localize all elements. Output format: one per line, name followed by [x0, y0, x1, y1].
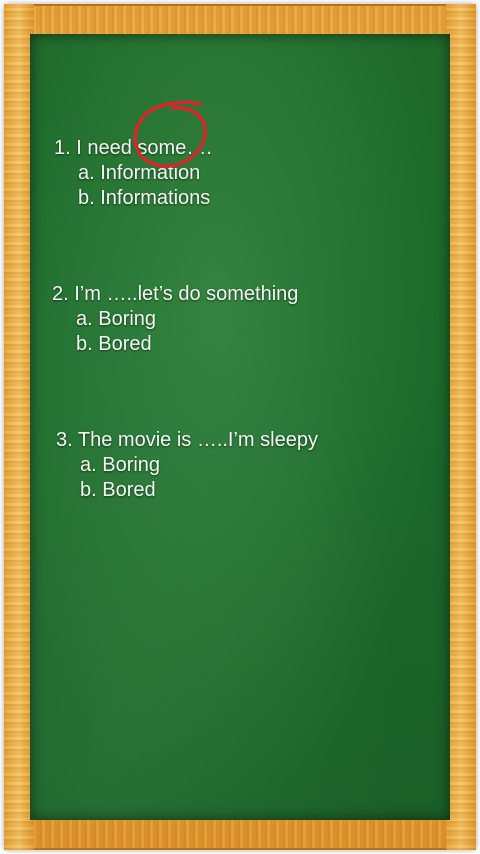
question-1-prompt: 1. I need some…. [54, 137, 212, 159]
question-1-text: I need some…. [76, 137, 212, 159]
question-3-prompt: 3. The movie is …..I’m sleepy [56, 429, 318, 451]
question-2-number: 2. [52, 283, 69, 305]
question-2-prompt: 2. I’m …..let’s do something [52, 283, 298, 305]
question-1-option-b: b. Informations [78, 187, 211, 209]
question-3: 3. The movie is …..I’m sleepy a. Boring … [56, 428, 318, 503]
question-2-text: I’m …..let’s do something [74, 283, 299, 305]
question-3-option-b: b. Bored [80, 479, 156, 501]
question-2: 2. I’m …..let’s do something a. Boring b… [52, 282, 298, 357]
question-2-option-a: a. Boring [76, 308, 157, 330]
frame-right-edge [446, 4, 476, 850]
question-3-option-a: a. Boring [80, 454, 161, 476]
question-1-number: 1. [54, 137, 71, 159]
question-2-option-b: b. Bored [76, 333, 152, 355]
question-1-option-a: a. Information [78, 162, 201, 184]
question-3-number: 3. [56, 429, 73, 451]
question-3-text: The movie is …..I’m sleepy [77, 429, 318, 451]
question-1: 1. I need some…. a. Information b. Infor… [54, 136, 212, 211]
